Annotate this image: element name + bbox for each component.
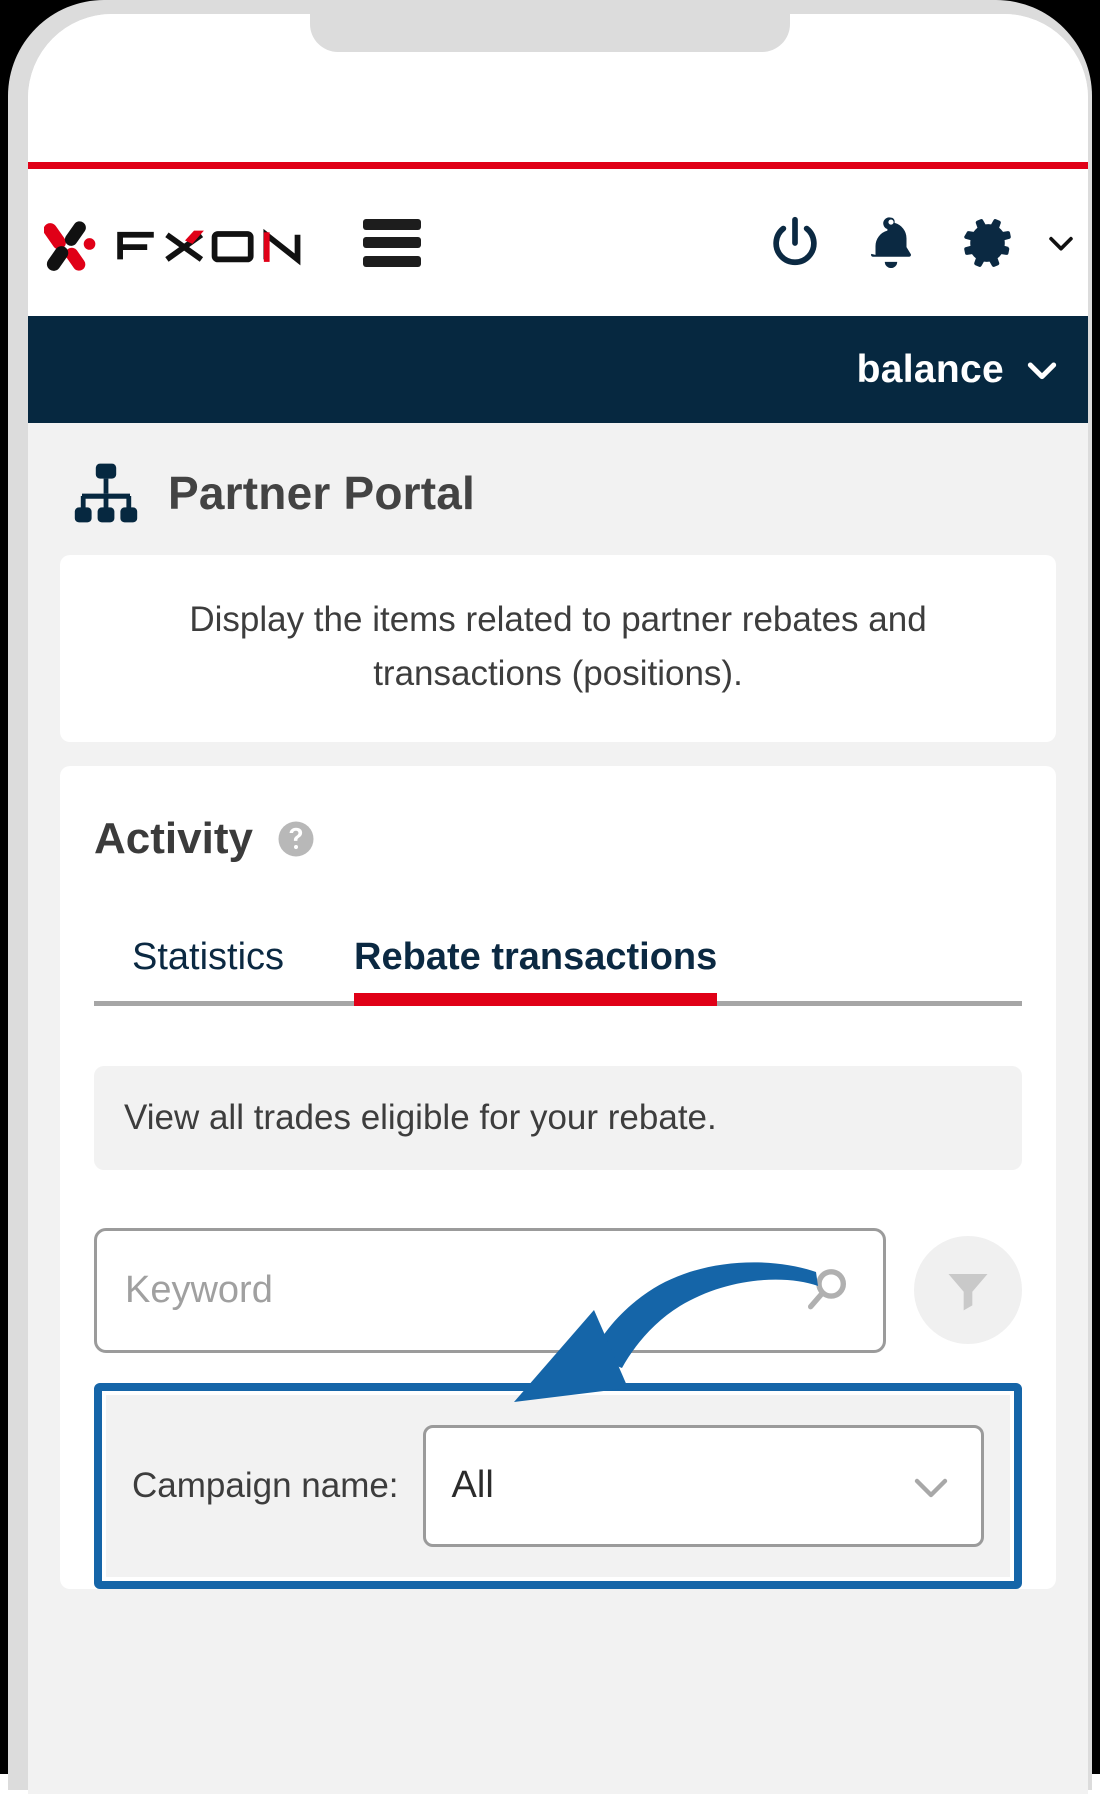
help-circle-icon[interactable] [275, 818, 317, 860]
search-row: Keyword [94, 1227, 1022, 1353]
page-content: Partner Portal Display the items related… [28, 423, 1088, 1794]
chevron-down-icon[interactable] [1022, 350, 1062, 390]
chevron-down-icon[interactable] [1044, 226, 1078, 260]
page-description-card: Display the items related to partner reb… [60, 555, 1056, 742]
search-placeholder: Keyword [125, 1268, 273, 1311]
filter-button[interactable] [914, 1236, 1022, 1344]
phone-notch [310, 0, 790, 52]
activity-header: Activity [94, 814, 1022, 864]
brand-logo[interactable] [44, 212, 305, 274]
fxon-wordmark-icon [117, 228, 301, 265]
hamburger-menu-button[interactable] [362, 218, 421, 267]
chevron-down-icon[interactable] [907, 1462, 955, 1510]
search-input[interactable]: Keyword [94, 1227, 886, 1353]
campaign-name-label: Campaign name: [132, 1465, 399, 1505]
tab-label: Rebate transactions [354, 935, 718, 978]
tab-rebate-transactions[interactable]: Rebate transactions [354, 935, 718, 1006]
header-icon-group [764, 212, 1078, 274]
rebate-note-banner: View all trades eligible for your rebate… [94, 1065, 1022, 1170]
page-description-text: Display the items related to partner reb… [189, 600, 927, 694]
phone-body: balance Partner Portal Display the items… [8, 0, 1092, 1794]
fxon-x-logo-icon [44, 220, 96, 271]
gear-icon[interactable] [956, 212, 1018, 274]
campaign-name-value: All [451, 1464, 494, 1506]
bell-icon[interactable] [860, 212, 922, 274]
balance-bar[interactable]: balance [28, 316, 1088, 423]
page-title: Partner Portal [168, 467, 476, 519]
campaign-name-filter-highlight: Campaign name: All [94, 1382, 1022, 1589]
activity-title: Activity [94, 813, 253, 863]
sitemap-icon [74, 463, 138, 523]
filter-icon [948, 1273, 988, 1311]
campaign-name-select[interactable]: All [422, 1424, 984, 1547]
rebate-note-text: View all trades eligible for your rebate… [124, 1097, 717, 1137]
tab-label: Statistics [132, 935, 285, 978]
phone-mockup-frame: balance Partner Portal Display the items… [0, 0, 1100, 1794]
search-icon[interactable] [801, 1263, 855, 1317]
balance-label: balance [856, 347, 1004, 391]
page-header: Partner Portal [60, 423, 1056, 555]
tab-statistics[interactable]: Statistics [132, 936, 284, 1001]
power-icon[interactable] [764, 212, 826, 274]
activity-card: Activity Statistics Rebate transactions … [60, 765, 1056, 1589]
app-header [28, 169, 1088, 316]
app-viewport: balance Partner Portal Display the items… [28, 14, 1088, 1794]
brand-accent-rule [28, 162, 1088, 169]
campaign-name-filter: Campaign name: All [106, 1394, 1010, 1577]
activity-tabs: Statistics Rebate transactions [94, 936, 1022, 1006]
burger-line [362, 237, 421, 248]
burger-line [362, 255, 421, 267]
burger-line [362, 218, 421, 230]
phone-screen: balance Partner Portal Display the items… [28, 14, 1088, 1794]
